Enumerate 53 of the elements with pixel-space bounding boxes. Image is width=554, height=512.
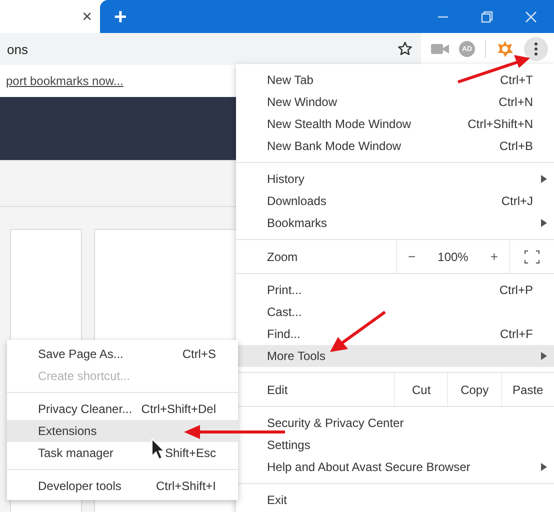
pointer-arrow [330,310,386,352]
video-camera-icon[interactable] [431,43,449,55]
new-tab-button[interactable]: + [114,6,127,28]
menu-item[interactable]: Print... Ctrl+P [236,279,554,301]
tab-close-button[interactable]: × [82,6,92,26]
star-icon[interactable] [397,41,413,57]
menu-item[interactable]: Exit [236,489,554,511]
menu-item[interactable]: Bookmarks [236,212,554,234]
import-bookmarks-link[interactable]: port bookmarks now... [6,74,124,88]
zoom-in-button[interactable]: + [490,249,498,264]
avast-icon[interactable] [496,40,514,58]
menu-item[interactable]: New Tab Ctrl+T [236,69,554,91]
menu-item[interactable]: Security & Privacy Center [236,412,554,434]
shortcut-text: Ctrl+J [501,194,533,208]
edit-label: Edit [266,382,289,396]
edit-action-button[interactable]: Copy [447,373,501,406]
menu-item[interactable]: Developer tools Ctrl+Shift+I [7,475,238,497]
zoom-label: Zoom [266,250,299,264]
shortcut-text: Ctrl+P [499,283,533,297]
shortcut-text: Ctrl+N [498,95,533,109]
menu-item[interactable]: Settings [236,434,554,456]
shortcut-text: Ctrl+F [500,327,533,341]
restore-icon[interactable] [480,10,494,24]
menu-item[interactable]: Task manager Shift+Esc [7,442,238,464]
menu-item[interactable]: Extensions [7,420,238,442]
menu-item[interactable]: Help and About Avast Secure Browser [236,456,554,478]
fullscreen-icon[interactable] [524,250,540,264]
address-field[interactable]: ons [0,33,421,65]
shortcut-text: Ctrl+S [182,347,216,361]
shortcut-text: Ctrl+Shift+I [156,479,216,493]
zoom-out-button[interactable]: − [408,249,416,264]
edit-action-button[interactable]: Cut [394,373,448,406]
menu-item[interactable]: More Tools [236,345,554,367]
menu-item[interactable]: New Window Ctrl+N [236,91,554,113]
menu-item[interactable]: Downloads Ctrl+J [236,190,554,212]
zoom-level: 100% [438,250,468,264]
menu-item[interactable]: Find... Ctrl+F [236,323,554,345]
shortcut-text: Ctrl+B [499,139,533,153]
close-icon[interactable] [524,10,538,24]
shortcut-text: Ctrl+Shift+N [468,117,533,131]
menu-icon [534,42,538,56]
menu-button[interactable] [524,37,548,61]
edit-action-button[interactable]: Paste [500,373,554,406]
menu-item[interactable]: Save Page As... Ctrl+S [7,343,238,365]
mouse-cursor-icon [152,438,166,460]
menu-item[interactable]: Cast... [236,301,554,323]
shortcut-text: Ctrl+Shift+Del [141,402,216,416]
menu-item[interactable]: New Bank Mode Window Ctrl+B [236,135,554,157]
shortcut-text: Ctrl+T [500,73,533,87]
shortcut-text: Shift+Esc [164,446,216,460]
menu-item[interactable]: New Stealth Mode Window Ctrl+Shift+N [236,113,554,135]
menu-item[interactable]: Privacy Cleaner... Ctrl+Shift+Del [7,398,238,420]
menu-item[interactable]: History [236,168,554,190]
